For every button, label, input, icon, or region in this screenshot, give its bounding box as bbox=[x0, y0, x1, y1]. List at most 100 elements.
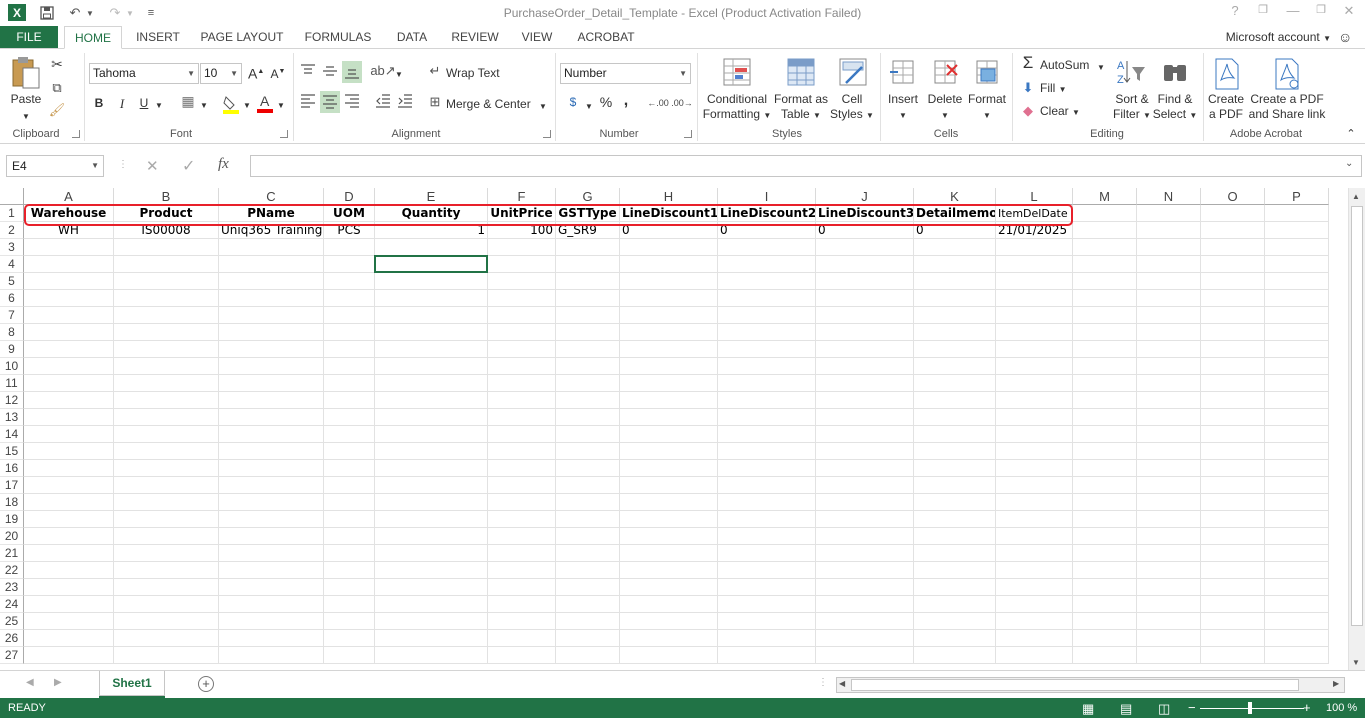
page-layout-view-icon[interactable]: ▤ bbox=[1120, 701, 1132, 717]
cell-h7[interactable] bbox=[620, 307, 718, 324]
cell-p24[interactable] bbox=[1265, 596, 1329, 613]
cell-i14[interactable] bbox=[718, 426, 816, 443]
cell-c5[interactable] bbox=[219, 273, 324, 290]
next-sheet-icon[interactable]: ▶ bbox=[54, 677, 62, 688]
cell-n23[interactable] bbox=[1137, 579, 1201, 596]
cell-h5[interactable] bbox=[620, 273, 718, 290]
cell-j16[interactable] bbox=[816, 460, 914, 477]
cell-f12[interactable] bbox=[488, 392, 556, 409]
accounting-dropdown-icon[interactable]: ▼ bbox=[584, 99, 594, 114]
cell-p7[interactable] bbox=[1265, 307, 1329, 324]
cell-j27[interactable] bbox=[816, 647, 914, 664]
fill-icon[interactable]: ⬇ bbox=[1020, 80, 1036, 95]
cell-l14[interactable] bbox=[996, 426, 1073, 443]
cell-o18[interactable] bbox=[1201, 494, 1265, 511]
cell-o13[interactable] bbox=[1201, 409, 1265, 426]
row-header-21[interactable]: 21 bbox=[0, 545, 24, 562]
row-header-23[interactable]: 23 bbox=[0, 579, 24, 596]
cell-l7[interactable] bbox=[996, 307, 1073, 324]
cell-j15[interactable] bbox=[816, 443, 914, 460]
cell-c19[interactable] bbox=[219, 511, 324, 528]
cell-i20[interactable] bbox=[718, 528, 816, 545]
find-select-icon[interactable] bbox=[1158, 55, 1192, 89]
cell-o5[interactable] bbox=[1201, 273, 1265, 290]
cell-i15[interactable] bbox=[718, 443, 816, 460]
cell-i22[interactable] bbox=[718, 562, 816, 579]
cell-l10[interactable] bbox=[996, 358, 1073, 375]
cell-l16[interactable] bbox=[996, 460, 1073, 477]
zoom-level[interactable]: 100 % bbox=[1326, 702, 1357, 714]
row-header-16[interactable]: 16 bbox=[0, 460, 24, 477]
cell-a16[interactable] bbox=[24, 460, 114, 477]
cell-k26[interactable] bbox=[914, 630, 996, 647]
cell-i5[interactable] bbox=[718, 273, 816, 290]
cell-n2[interactable] bbox=[1137, 222, 1201, 239]
cell-l22[interactable] bbox=[996, 562, 1073, 579]
cell-a8[interactable] bbox=[24, 324, 114, 341]
cell-j8[interactable] bbox=[816, 324, 914, 341]
cell-l4[interactable] bbox=[996, 256, 1073, 273]
cell-c22[interactable] bbox=[219, 562, 324, 579]
zoom-slider-thumb[interactable] bbox=[1248, 702, 1252, 714]
row-header-14[interactable]: 14 bbox=[0, 426, 24, 443]
cell-k10[interactable] bbox=[914, 358, 996, 375]
cell-k3[interactable] bbox=[914, 239, 996, 256]
cell-a22[interactable] bbox=[24, 562, 114, 579]
scroll-down-icon[interactable]: ▼ bbox=[1352, 658, 1360, 667]
normal-view-icon[interactable]: ▦ bbox=[1082, 701, 1094, 717]
column-header-p[interactable]: P bbox=[1265, 188, 1329, 205]
cell-i12[interactable] bbox=[718, 392, 816, 409]
cell-d7[interactable] bbox=[324, 307, 375, 324]
cell-m12[interactable] bbox=[1073, 392, 1137, 409]
increase-indent-icon[interactable] bbox=[395, 91, 415, 111]
cell-k4[interactable] bbox=[914, 256, 996, 273]
cell-j24[interactable] bbox=[816, 596, 914, 613]
cell-o4[interactable] bbox=[1201, 256, 1265, 273]
cell-j21[interactable] bbox=[816, 545, 914, 562]
tab-file[interactable]: FILE bbox=[0, 26, 58, 49]
cell-b19[interactable] bbox=[114, 511, 219, 528]
cell-f18[interactable] bbox=[488, 494, 556, 511]
delete-cells-icon[interactable] bbox=[930, 55, 960, 89]
cell-a19[interactable] bbox=[24, 511, 114, 528]
cell-j9[interactable] bbox=[816, 341, 914, 358]
cell-e27[interactable] bbox=[375, 647, 488, 664]
cell-o1[interactable] bbox=[1201, 205, 1265, 222]
cell-d9[interactable] bbox=[324, 341, 375, 358]
cell-p17[interactable] bbox=[1265, 477, 1329, 494]
cell-a5[interactable] bbox=[24, 273, 114, 290]
clear-button[interactable]: Clear ▼ bbox=[1040, 104, 1090, 120]
cut-icon[interactable]: ✂ bbox=[48, 55, 66, 73]
cell-l5[interactable] bbox=[996, 273, 1073, 290]
column-header-b[interactable]: B bbox=[114, 188, 219, 205]
cell-m5[interactable] bbox=[1073, 273, 1137, 290]
increase-decimal-icon[interactable]: ←.00 bbox=[647, 95, 669, 111]
cell-e6[interactable] bbox=[375, 290, 488, 307]
cell-b11[interactable] bbox=[114, 375, 219, 392]
cell-b10[interactable] bbox=[114, 358, 219, 375]
cell-c8[interactable] bbox=[219, 324, 324, 341]
cell-p5[interactable] bbox=[1265, 273, 1329, 290]
cell-h13[interactable] bbox=[620, 409, 718, 426]
create-share-pdf-icon[interactable] bbox=[1272, 57, 1302, 91]
row-header-7[interactable]: 7 bbox=[0, 307, 24, 324]
row-header-27[interactable]: 27 bbox=[0, 647, 24, 664]
cell-f14[interactable] bbox=[488, 426, 556, 443]
conditional-formatting-icon[interactable] bbox=[720, 55, 754, 89]
cell-styles-icon[interactable] bbox=[836, 55, 870, 89]
tab-formulas[interactable]: FORMULAS bbox=[300, 26, 376, 49]
column-header-m[interactable]: M bbox=[1073, 188, 1137, 205]
bold-button[interactable]: B bbox=[92, 96, 106, 111]
cell-a26[interactable] bbox=[24, 630, 114, 647]
cell-o15[interactable] bbox=[1201, 443, 1265, 460]
cell-k9[interactable] bbox=[914, 341, 996, 358]
cancel-icon[interactable]: ✕ bbox=[146, 157, 159, 175]
cell-d22[interactable] bbox=[324, 562, 375, 579]
cell-j19[interactable] bbox=[816, 511, 914, 528]
cell-i7[interactable] bbox=[718, 307, 816, 324]
cell-b4[interactable] bbox=[114, 256, 219, 273]
cell-b22[interactable] bbox=[114, 562, 219, 579]
restore-icon[interactable]: ❐ bbox=[1310, 3, 1332, 23]
column-header-f[interactable]: F bbox=[488, 188, 556, 205]
cell-n12[interactable] bbox=[1137, 392, 1201, 409]
